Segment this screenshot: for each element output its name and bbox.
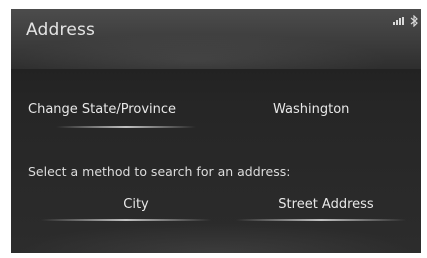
header-bar: Address bbox=[11, 9, 421, 69]
state-value-text: Washington bbox=[273, 101, 350, 117]
search-method-prompt: Select a method to search for an address… bbox=[28, 164, 291, 179]
address-screen: Address Change State/Province Washington bbox=[11, 9, 421, 253]
state-value: Washington bbox=[273, 94, 393, 124]
street-address-underline bbox=[236, 219, 406, 221]
bottom-glow bbox=[11, 223, 421, 253]
city-label: City bbox=[123, 196, 149, 212]
signal-icon bbox=[393, 17, 407, 25]
page-title: Address bbox=[26, 20, 96, 40]
change-state-button[interactable]: Change State/Province bbox=[28, 94, 218, 124]
street-address-label: Street Address bbox=[278, 196, 374, 212]
street-address-button[interactable]: Street Address bbox=[261, 189, 391, 219]
city-button[interactable]: City bbox=[91, 189, 181, 219]
bluetooth-icon bbox=[409, 15, 419, 27]
city-underline bbox=[41, 219, 211, 221]
change-state-underline bbox=[56, 126, 196, 128]
change-state-label: Change State/Province bbox=[28, 101, 177, 117]
status-area bbox=[393, 15, 419, 27]
